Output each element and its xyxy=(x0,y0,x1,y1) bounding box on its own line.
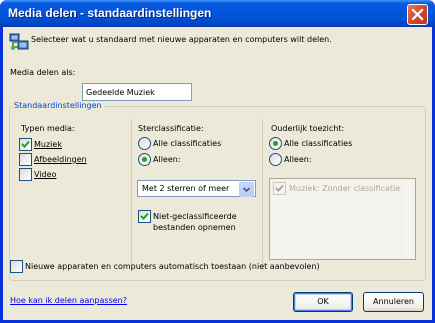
header-description: Selecteer wat u standaard met nieuwe app… xyxy=(31,35,332,44)
parental-list-item-checkbox[interactable] xyxy=(273,182,286,195)
media-pictures-label[interactable]: Afbeeldingen xyxy=(34,155,87,165)
include-unrated-label-line1[interactable]: Niet-geclassificeerde xyxy=(153,212,237,222)
dialog-body: Selecteer wat u standaard met nieuwe app… xyxy=(3,27,432,320)
close-icon xyxy=(411,8,424,21)
star-rating-all-label[interactable]: Alle classificaties xyxy=(153,139,221,149)
parental-all-radio[interactable] xyxy=(269,137,282,150)
column-divider-2 xyxy=(262,119,263,271)
chevron-down-icon xyxy=(242,187,251,193)
media-video-checkbox[interactable] xyxy=(19,168,32,181)
share-as-input[interactable]: Gedeelde Muziek xyxy=(82,83,192,101)
media-video-label[interactable]: Video xyxy=(34,170,56,180)
share-as-label: Media delen als: xyxy=(10,68,76,77)
checkmark-icon xyxy=(275,184,284,192)
defaults-group-legend: Standaardinstellingen xyxy=(12,101,104,111)
media-types-heading: Typen media: xyxy=(21,124,75,133)
parental-ratings-list[interactable]: Muziek: Zonder classificatie xyxy=(269,178,416,260)
window-title: Media delen - standaardinstellingen xyxy=(8,6,212,20)
star-rating-dropdown[interactable]: Met 2 sterren of meer xyxy=(137,180,256,197)
parental-heading: Ouderlijk toezicht: xyxy=(271,124,345,133)
column-divider-1 xyxy=(131,119,132,271)
cancel-button[interactable]: Annuleren xyxy=(363,292,424,312)
radio-selected-dot xyxy=(142,157,147,162)
network-computers-icon xyxy=(9,33,29,50)
dropdown-button[interactable] xyxy=(239,182,254,197)
media-music-label[interactable]: Muziek xyxy=(34,140,62,150)
checkmark-icon xyxy=(140,212,149,220)
star-rating-only-radio[interactable] xyxy=(138,153,151,166)
star-rating-all-radio[interactable] xyxy=(138,137,151,150)
help-link[interactable]: Hoe kan ik delen aanpassen? xyxy=(10,296,127,306)
list-scrollbar[interactable] xyxy=(401,179,415,259)
title-bar[interactable]: Media delen - standaardinstellingen xyxy=(0,0,435,27)
ok-button[interactable]: OK xyxy=(293,292,353,312)
auto-allow-checkbox[interactable] xyxy=(10,260,23,273)
parental-only-radio[interactable] xyxy=(269,153,282,166)
star-rating-dropdown-value: Met 2 sterren of meer xyxy=(142,184,230,193)
parental-only-label[interactable]: Alleen: xyxy=(284,155,312,165)
dialog-window: Media delen - standaardinstellingen Sele… xyxy=(0,0,435,323)
auto-allow-label[interactable]: Nieuwe apparaten en computers automatisc… xyxy=(25,262,320,272)
include-unrated-label-line2[interactable]: bestanden opnemen xyxy=(153,223,236,233)
star-rating-heading: Sterclassificatie: xyxy=(138,124,204,133)
checkmark-icon xyxy=(21,140,30,148)
parental-all-label[interactable]: Alle classificaties xyxy=(284,139,352,149)
radio-selected-dot xyxy=(273,141,278,146)
parental-list-item-label: Muziek: Zonder classificatie xyxy=(289,184,401,193)
include-unrated-checkbox[interactable] xyxy=(138,210,151,223)
media-pictures-checkbox[interactable] xyxy=(19,153,32,166)
media-music-checkbox[interactable] xyxy=(19,138,32,151)
close-button[interactable] xyxy=(407,4,428,25)
star-rating-only-label[interactable]: Alleen: xyxy=(153,155,181,165)
